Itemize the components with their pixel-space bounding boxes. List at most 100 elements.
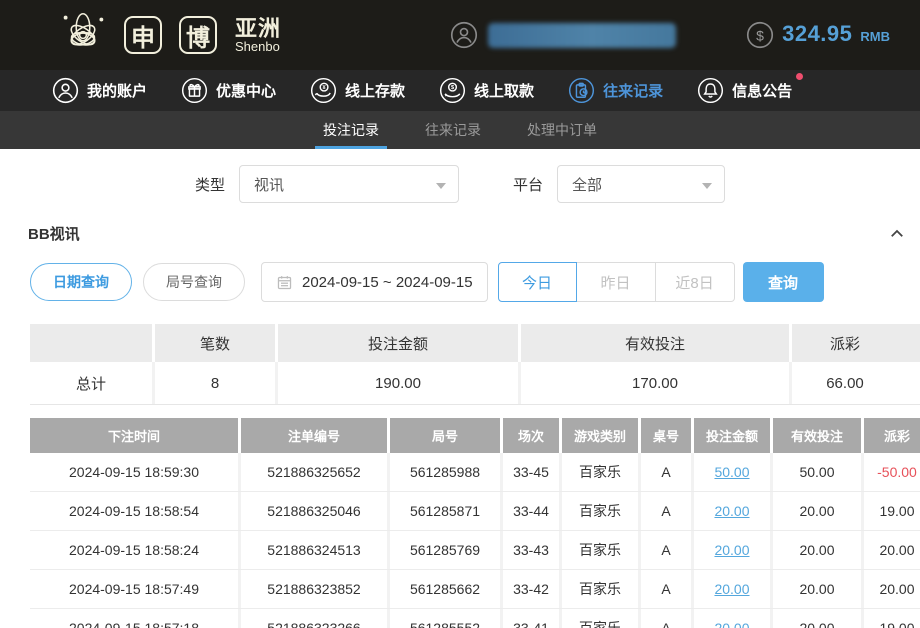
table-cell: 百家乐 (562, 492, 638, 530)
table-row: 2024-09-15 18:58:54521886325046561285871… (30, 492, 920, 531)
today-button[interactable]: 今日 (498, 262, 577, 302)
user-account[interactable] (450, 21, 676, 49)
summary-table: 笔数投注金额有效投注派彩 总计 8 190.00 170.00 66.00 (30, 324, 920, 405)
table-cell: 33-45 (503, 453, 559, 491)
records-column-header: 有效投注 (773, 418, 861, 453)
records-table: 下注时间注单编号局号场次游戏类别桌号投注金额有效投注派彩 2024-09-15 … (30, 418, 920, 628)
records-column-header: 下注时间 (30, 418, 238, 453)
calendar-icon (276, 274, 293, 291)
user-circle-icon (450, 21, 478, 49)
tab-processing-orders[interactable]: 处理中订单 (525, 111, 599, 149)
balance-amount: 324.95 (782, 21, 852, 47)
chevron-up-icon[interactable] (888, 225, 906, 243)
search-button[interactable]: 查询 (743, 262, 824, 302)
table-cell: A (641, 609, 691, 628)
platform-select[interactable]: 全部 (557, 165, 725, 203)
records-table-body: 2024-09-15 18:59:30521886325652561285988… (30, 453, 920, 628)
brand-logo[interactable]: 申 博 亚洲 Shenbo (52, 6, 281, 64)
nav-deposit[interactable]: ¥ 线上存款 (310, 77, 405, 104)
records-column-header: 局号 (390, 418, 500, 453)
table-cell: 521886323266 (241, 609, 387, 628)
logo-char-bo: 博 (179, 16, 217, 54)
top-header: 申 博 亚洲 Shenbo $ 324.95 RMB (0, 0, 920, 70)
summary-column-header: 派彩 (792, 324, 920, 362)
summary-label: 总计 (30, 362, 152, 404)
balance-currency: RMB (860, 29, 890, 44)
records-clipboard-icon (568, 77, 595, 104)
table-cell: 2024-09-15 18:57:18 (30, 609, 238, 628)
records-column-header: 游戏类别 (562, 418, 638, 453)
table-cell: -50.00 (864, 453, 920, 491)
nav-transaction-records[interactable]: 往来记录 (568, 77, 663, 104)
nav-announcements[interactable]: 信息公告 (697, 77, 792, 104)
table-row: 2024-09-15 18:57:49521886323852561285662… (30, 570, 920, 609)
table-cell: 521886325652 (241, 453, 387, 491)
nav-my-account[interactable]: 我的账户 (52, 77, 147, 104)
nav-label: 优惠中心 (216, 80, 276, 101)
logo-char-shen: 申 (124, 16, 162, 54)
table-cell: 19.00 (864, 492, 920, 530)
nav-label: 线上存款 (345, 80, 405, 101)
summary-column-header: 有效投注 (521, 324, 789, 362)
table-cell: A (641, 492, 691, 530)
table-cell: 561285552 (390, 609, 500, 628)
nav-promotions[interactable]: 优惠中心 (181, 77, 276, 104)
balance[interactable]: $ 324.95 RMB (746, 21, 890, 49)
table-row: 2024-09-15 18:58:24521886324513561285769… (30, 531, 920, 570)
last-8-days-button[interactable]: 近8日 (656, 262, 735, 302)
nav-withdraw[interactable]: $ 线上取款 (439, 77, 534, 104)
records-column-header: 桌号 (641, 418, 691, 453)
table-cell: 561285988 (390, 453, 500, 491)
table-row: 2024-09-15 18:57:18521886323266561285552… (30, 609, 920, 628)
table-cell: 20.00 (773, 570, 861, 608)
bet-amount-link[interactable]: 20.00 (694, 492, 770, 530)
records-table-head: 下注时间注单编号局号场次游戏类别桌号投注金额有效投注派彩 (30, 418, 920, 453)
table-cell: 百家乐 (562, 609, 638, 628)
main-nav: 我的账户 优惠中心 ¥ 线上存款 $ 线上取款 往来记录 (0, 70, 920, 111)
filter-row: 类型 视讯 平台 全部 (0, 149, 920, 203)
date-query-button[interactable]: 日期查询 (30, 263, 132, 301)
section-header: BB视讯 (28, 223, 906, 244)
records-column-header: 注单编号 (241, 418, 387, 453)
summary-total-row: 总计 8 190.00 170.00 66.00 (30, 362, 920, 405)
summary-payout: 66.00 (792, 362, 920, 404)
table-cell: 33-42 (503, 570, 559, 608)
table-cell: 20.00 (773, 609, 861, 628)
logo-subtitle: Shenbo (235, 40, 281, 54)
lotus-flower-icon (52, 6, 114, 64)
nav-label: 我的账户 (87, 80, 147, 101)
bell-icon (697, 77, 724, 104)
table-cell: 33-41 (503, 609, 559, 628)
quick-range-group: 今日 昨日 近8日 (498, 262, 735, 302)
yesterday-button[interactable]: 昨日 (577, 262, 656, 302)
tab-transaction-records[interactable]: 往来记录 (423, 111, 483, 149)
date-range-value: 2024-09-15 ~ 2024-09-15 (302, 274, 473, 291)
nav-label: 信息公告 (732, 80, 792, 101)
records-column-header: 派彩 (864, 418, 920, 453)
type-filter-label: 类型 (195, 174, 225, 195)
table-cell: 百家乐 (562, 531, 638, 569)
bet-amount-link[interactable]: 20.00 (694, 570, 770, 608)
table-cell: 20.00 (773, 531, 861, 569)
table-cell: 19.00 (864, 609, 920, 628)
gift-icon (181, 77, 208, 104)
dollar-circle-icon: $ (746, 21, 774, 49)
table-cell: 2024-09-15 18:57:49 (30, 570, 238, 608)
table-cell: A (641, 570, 691, 608)
bet-amount-link[interactable]: 20.00 (694, 609, 770, 628)
bet-amount-link[interactable]: 50.00 (694, 453, 770, 491)
table-cell: 33-44 (503, 492, 559, 530)
table-cell: 2024-09-15 18:58:24 (30, 531, 238, 569)
summary-column-header (30, 324, 152, 362)
date-range-input[interactable]: 2024-09-15 ~ 2024-09-15 (261, 262, 488, 302)
tab-bet-records[interactable]: 投注记录 (321, 111, 381, 149)
table-cell: 20.00 (773, 492, 861, 530)
round-query-button[interactable]: 局号查询 (143, 263, 245, 301)
type-select[interactable]: 视讯 (239, 165, 459, 203)
table-cell: 561285871 (390, 492, 500, 530)
table-cell: 50.00 (773, 453, 861, 491)
withdraw-hand-coin-icon: $ (439, 77, 466, 104)
summary-bet-amount: 190.00 (278, 362, 518, 404)
bet-amount-link[interactable]: 20.00 (694, 531, 770, 569)
deposit-hand-coin-icon: ¥ (310, 77, 337, 104)
